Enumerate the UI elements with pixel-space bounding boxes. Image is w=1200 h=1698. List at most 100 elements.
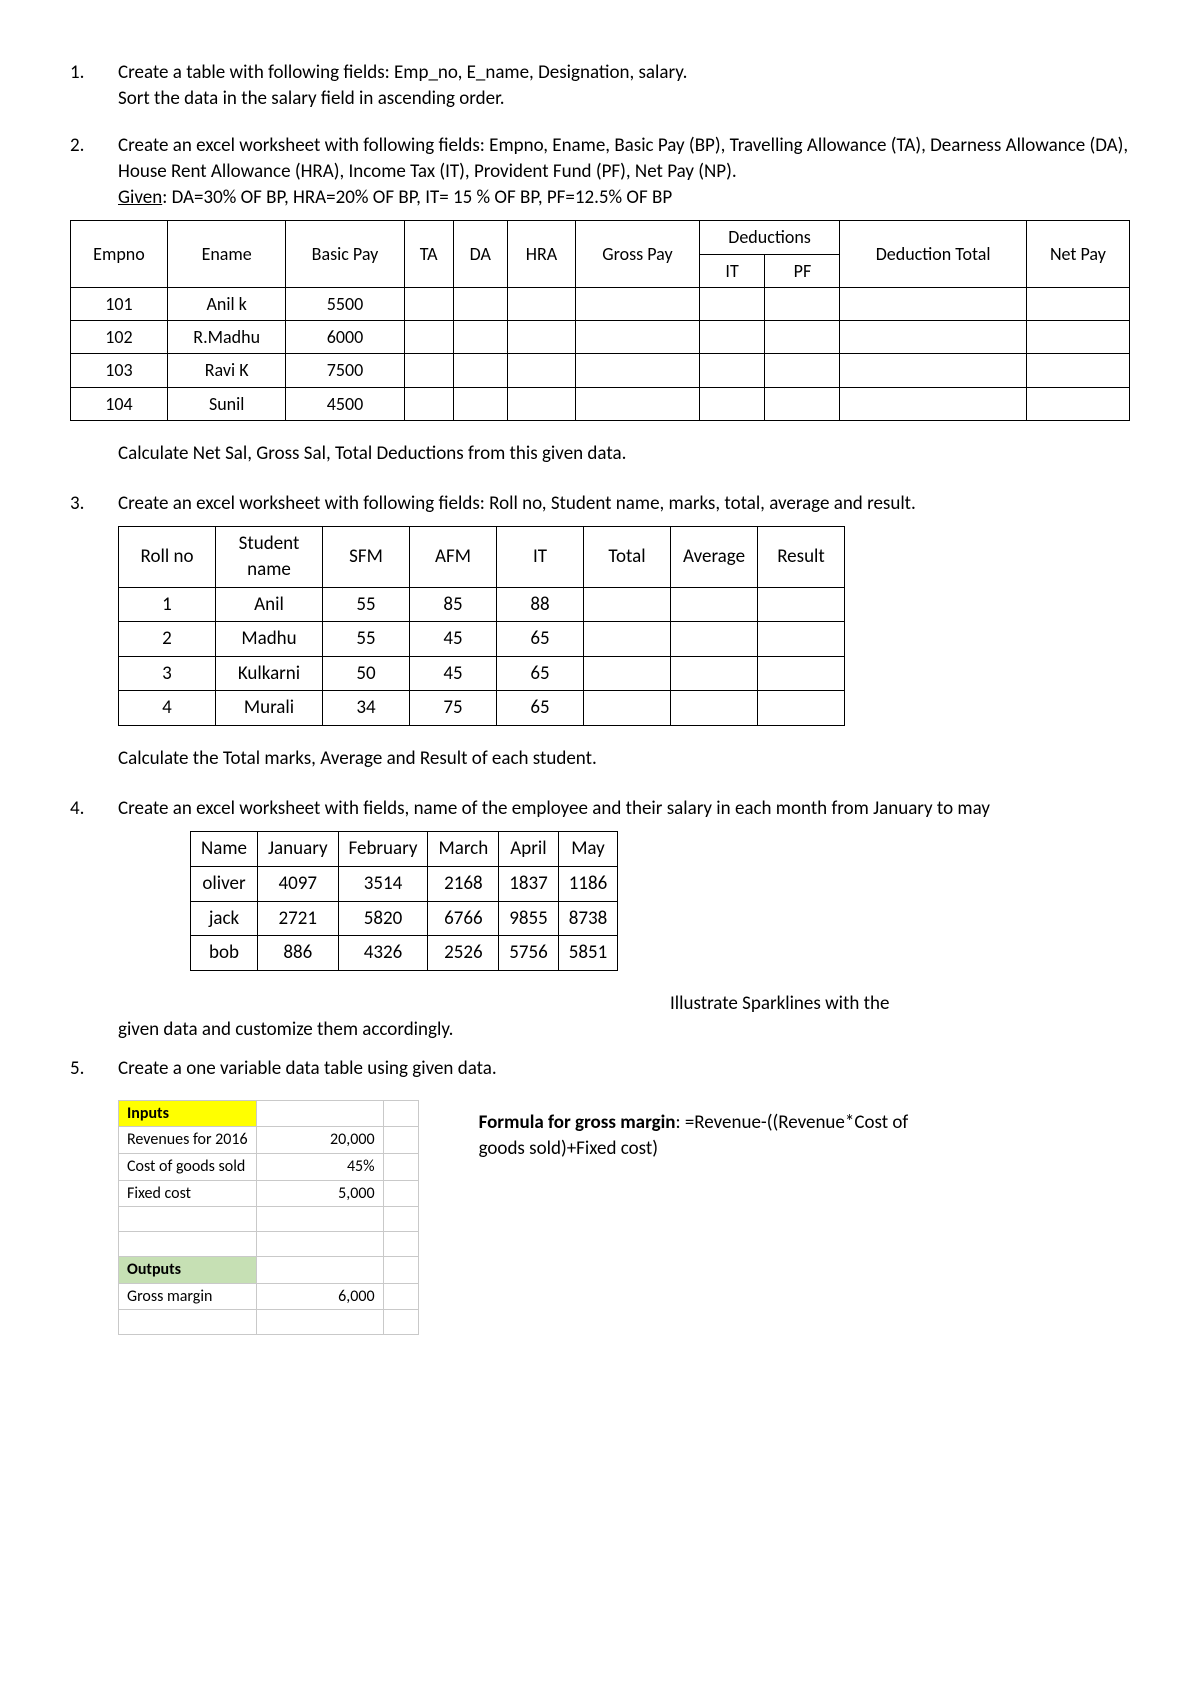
cell-hra xyxy=(507,354,575,387)
cell-jan: 2721 xyxy=(258,901,339,936)
cell-hra xyxy=(507,321,575,354)
cell-b: 6,000 xyxy=(256,1283,383,1310)
cell-ename: Anil k xyxy=(167,287,285,320)
table-row: Revenues for 2016 20,000 xyxy=(119,1127,419,1154)
cell-c xyxy=(383,1310,418,1335)
cell-name: Anil xyxy=(216,587,323,622)
cell-it xyxy=(699,287,765,320)
cell-mar: 2168 xyxy=(428,867,499,902)
q2-h-empno: Empno xyxy=(71,221,168,288)
cell-jan: 4097 xyxy=(258,867,339,902)
cell-gp xyxy=(576,287,699,320)
q3-h-afm: AFM xyxy=(410,527,497,587)
cell-b xyxy=(256,1310,383,1335)
cell-ename: Sunil xyxy=(167,387,285,420)
cell-a: Fixed cost xyxy=(119,1180,257,1207)
cell-ta xyxy=(404,354,453,387)
q2-number: 2. xyxy=(70,133,118,210)
table-row: 1 Anil 55 85 88 xyxy=(119,587,845,622)
q4-trail2: given data and customize them accordingl… xyxy=(118,1017,1130,1043)
q5-line1: Create a one variable data table using g… xyxy=(118,1056,1130,1082)
cell-roll: 1 xyxy=(119,587,216,622)
cell-name: bob xyxy=(191,936,258,971)
q2-h-pf: PF xyxy=(765,254,840,287)
cell-b xyxy=(256,1232,383,1257)
table-row: jack 2721 5820 6766 9855 8738 xyxy=(191,901,618,936)
cell-avg xyxy=(671,622,758,657)
cell-da xyxy=(453,354,507,387)
q1-line1: Create a table with following fields: Em… xyxy=(118,60,1130,86)
cell-hra xyxy=(507,387,575,420)
cell-feb: 4326 xyxy=(338,936,428,971)
cell-c xyxy=(383,1127,418,1154)
q3-number: 3. xyxy=(70,491,118,517)
cell-mar: 2526 xyxy=(428,936,499,971)
cell-c xyxy=(383,1283,418,1310)
cell-hra xyxy=(507,287,575,320)
table-row xyxy=(119,1310,419,1335)
cell-dt xyxy=(840,287,1026,320)
table-row: bob 886 4326 2526 5756 5851 xyxy=(191,936,618,971)
cell-a xyxy=(119,1310,257,1335)
cell-avg xyxy=(671,691,758,726)
q1-line2: Sort the data in the salary field in asc… xyxy=(118,86,1130,112)
cell-b: 20,000 xyxy=(256,1127,383,1154)
cell-a: Inputs xyxy=(119,1100,257,1127)
q3-h-roll: Roll no xyxy=(119,527,216,587)
q4-h-may: May xyxy=(558,832,618,867)
cell-sfm: 34 xyxy=(323,691,410,726)
table-row: Fixed cost 5,000 xyxy=(119,1180,419,1207)
table-row: 102 R.Madhu 6000 xyxy=(71,321,1130,354)
q2-h-ta: TA xyxy=(404,221,453,288)
q2-line1: Create an excel worksheet with following… xyxy=(118,133,1130,184)
q2-given: Given: DA=30% OF BP, HRA=20% OF BP, IT= … xyxy=(118,185,1130,211)
cell-name: Murali xyxy=(216,691,323,726)
table-row xyxy=(119,1207,419,1232)
cell-mar: 6766 xyxy=(428,901,499,936)
cell-gp xyxy=(576,354,699,387)
q2-after: Calculate Net Sal, Gross Sal, Total Dedu… xyxy=(118,441,1130,467)
cell-may: 1186 xyxy=(558,867,618,902)
table-row: Gross margin 6,000 xyxy=(119,1283,419,1310)
cell-jan: 886 xyxy=(258,936,339,971)
table-row: 103 Ravi K 7500 xyxy=(71,354,1130,387)
q2-h-hra: HRA xyxy=(507,221,575,288)
q3-h-total: Total xyxy=(584,527,671,587)
q2-h-net: Net Pay xyxy=(1026,221,1129,288)
cell-ename: R.Madhu xyxy=(167,321,285,354)
q4-h-name: Name xyxy=(191,832,258,867)
cell-b xyxy=(256,1257,383,1284)
cell-it xyxy=(699,354,765,387)
q3-after: Calculate the Total marks, Average and R… xyxy=(118,746,1130,772)
cell-total xyxy=(584,587,671,622)
cell-np xyxy=(1026,321,1129,354)
cell-da xyxy=(453,287,507,320)
cell-avg xyxy=(671,587,758,622)
q5-number: 5. xyxy=(70,1056,118,1082)
cell-total xyxy=(584,656,671,691)
cell-total xyxy=(584,622,671,657)
cell-roll: 2 xyxy=(119,622,216,657)
q4-h-mar: March xyxy=(428,832,499,867)
cell-ename: Ravi K xyxy=(167,354,285,387)
q4-h-jan: January xyxy=(258,832,339,867)
cell-afm: 75 xyxy=(410,691,497,726)
q5-excel-table: Inputs Revenues for 2016 20,000 Cost of … xyxy=(118,1100,419,1336)
table-row: 101 Anil k 5500 xyxy=(71,287,1130,320)
cell-it xyxy=(699,387,765,420)
cell-b xyxy=(256,1207,383,1232)
cell-c xyxy=(383,1232,418,1257)
q2-h-da: DA xyxy=(453,221,507,288)
q4-table: Name January February March April May ol… xyxy=(190,831,618,971)
cell-it: 65 xyxy=(497,691,584,726)
cell-gp xyxy=(576,321,699,354)
cell-a xyxy=(119,1207,257,1232)
q3-line1: Create an excel worksheet with following… xyxy=(118,491,1130,517)
cell-it: 88 xyxy=(497,587,584,622)
cell-da xyxy=(453,387,507,420)
cell-afm: 45 xyxy=(410,656,497,691)
cell-np xyxy=(1026,354,1129,387)
cell-da xyxy=(453,321,507,354)
cell-may: 5851 xyxy=(558,936,618,971)
cell-name: Madhu xyxy=(216,622,323,657)
